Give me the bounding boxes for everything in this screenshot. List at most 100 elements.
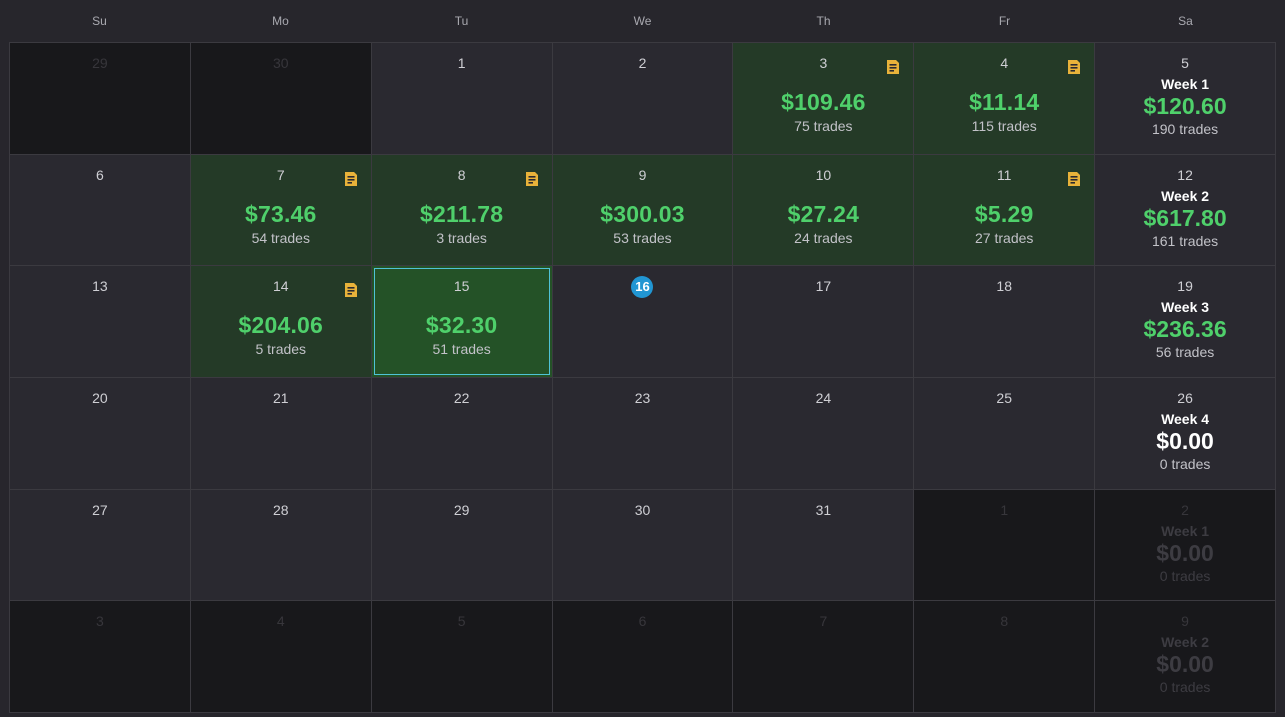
calendar-grid: 29 30 1 2 3 $109.46 75 trades 4 $11.14 115 trades…	[9, 42, 1276, 713]
day-number: 10	[815, 166, 832, 183]
day-cell[interactable]: 4	[190, 601, 371, 712]
day-number: 31	[815, 501, 832, 518]
week-summary-cell[interactable]: 2 Week 1 $0.00 0 trades	[1095, 489, 1275, 601]
day-cell[interactable]: 18	[914, 266, 1095, 377]
day-cell[interactable]: 7	[733, 601, 914, 712]
week-trade-count: 190 trades	[1151, 121, 1219, 137]
week-pnl: $0.00	[1156, 539, 1214, 566]
day-number: 8	[1000, 613, 1009, 630]
day-cell[interactable]: 10 $27.24 24 trades	[733, 154, 914, 266]
day-cell[interactable]: 1	[371, 43, 552, 154]
day-cell[interactable]: 3 $109.46 75 trades	[733, 43, 914, 154]
day-trade-count: 115 trades	[971, 118, 1037, 134]
day-cell[interactable]: 29	[10, 43, 190, 154]
week-pnl: $120.60	[1143, 93, 1227, 119]
week-label: Week 2	[1161, 187, 1210, 204]
day-cell[interactable]: 14 $204.06 5 trades	[190, 266, 371, 377]
week-pnl: $617.80	[1143, 204, 1227, 231]
note-icon[interactable]	[524, 171, 540, 187]
day-cell[interactable]: 21	[190, 377, 371, 489]
day-number: 30	[634, 501, 651, 518]
note-icon[interactable]	[1066, 59, 1082, 75]
week-label: Week 1	[1161, 76, 1210, 92]
week-trade-count: 0 trades	[1159, 455, 1211, 472]
day-cell[interactable]: 22	[371, 377, 552, 489]
day-number: 6	[638, 613, 647, 630]
day-cell[interactable]: 13	[10, 266, 190, 377]
day-number: 13	[92, 278, 108, 295]
day-pnl: $27.24	[787, 200, 860, 227]
day-number: 22	[453, 389, 470, 406]
day-cell[interactable]: 15 $32.30 51 trades	[371, 266, 552, 377]
day-number: 2	[1181, 501, 1189, 518]
week-summary-cell[interactable]: 26 Week 4 $0.00 0 trades	[1095, 377, 1275, 489]
week-summary-cell[interactable]: 19 Week 3 $236.36 56 trades	[1095, 266, 1275, 377]
day-number: 3	[96, 613, 104, 630]
day-pnl: $300.03	[600, 200, 685, 227]
day-trade-count: 54 trades	[251, 229, 310, 246]
weekday-tuesday: Tu	[454, 14, 469, 28]
week-label: Week 4	[1161, 410, 1210, 427]
weekday-sunday: Su	[92, 14, 107, 28]
day-cell[interactable]: 7 $73.46 54 trades	[190, 154, 371, 266]
day-cell[interactable]: 3	[10, 601, 190, 712]
day-cell[interactable]: 17	[733, 266, 914, 377]
week-summary-cell[interactable]: 9 Week 2 $0.00 0 trades	[1095, 601, 1275, 712]
day-number: 15	[453, 278, 470, 295]
day-number: 20	[92, 389, 108, 406]
note-icon[interactable]	[1066, 171, 1082, 187]
day-pnl: $211.78	[419, 200, 504, 227]
day-cell[interactable]: 24	[733, 377, 914, 489]
note-icon[interactable]	[343, 282, 359, 298]
day-cell[interactable]: 29	[371, 489, 552, 601]
weekday-saturday: Sa	[1178, 14, 1193, 28]
note-icon[interactable]	[885, 59, 901, 75]
day-number: 21	[272, 389, 289, 406]
week-trade-count: 0 trades	[1159, 679, 1211, 696]
day-cell[interactable]: 30	[190, 43, 371, 154]
day-number: 12	[1177, 166, 1193, 183]
day-trade-count: 27 trades	[975, 229, 1034, 246]
day-number: 4	[276, 613, 285, 630]
day-cell[interactable]: 9 $300.03 53 trades	[552, 154, 733, 266]
day-number: 18	[996, 278, 1012, 295]
week-summary-cell[interactable]: 12 Week 2 $617.80 161 trades	[1095, 154, 1275, 266]
week-summary-cell[interactable]: 5 Week 1 $120.60 190 trades	[1095, 43, 1275, 154]
day-pnl: $11.14	[969, 89, 1040, 115]
day-number: 1	[457, 55, 466, 71]
week-pnl: $236.36	[1143, 316, 1227, 343]
day-cell[interactable]: 8 $211.78 3 trades	[371, 154, 552, 266]
weekday-thursday: Th	[816, 14, 831, 28]
day-cell[interactable]: 4 $11.14 115 trades	[914, 43, 1095, 154]
day-cell[interactable]: 30	[552, 489, 733, 601]
day-cell[interactable]: 23	[552, 377, 733, 489]
day-number: 9	[1181, 613, 1189, 630]
day-trade-count: 53 trades	[613, 229, 672, 246]
day-cell[interactable]: 1	[914, 489, 1095, 601]
day-cell[interactable]: 2	[552, 43, 733, 154]
note-icon[interactable]	[343, 171, 359, 187]
day-number: 24	[815, 389, 832, 406]
day-cell[interactable]: 25	[914, 377, 1095, 489]
day-cell[interactable]: 28	[190, 489, 371, 601]
week-pnl: $0.00	[1156, 427, 1214, 454]
day-cell[interactable]: 27	[10, 489, 190, 601]
day-cell[interactable]: 5	[371, 601, 552, 712]
weekday-monday: Mo	[272, 14, 289, 28]
day-cell[interactable]: 6	[10, 154, 190, 266]
day-pnl: $32.30	[425, 312, 498, 339]
day-cell[interactable]: 16	[552, 266, 733, 377]
day-pnl: $5.29	[974, 200, 1034, 227]
day-number: 25	[996, 389, 1012, 406]
weekday-friday: Fr	[998, 14, 1011, 28]
day-number: 16	[553, 266, 733, 299]
day-trade-count: 51 trades	[432, 341, 491, 358]
day-trade-count: 24 trades	[794, 229, 853, 246]
day-cell[interactable]: 6	[552, 601, 733, 712]
day-cell[interactable]: 8	[914, 601, 1095, 712]
day-pnl: $204.06	[238, 312, 324, 339]
day-cell[interactable]: 11 $5.29 27 trades	[914, 154, 1095, 266]
day-cell[interactable]: 31	[733, 489, 914, 601]
week-pnl: $0.00	[1156, 651, 1214, 678]
day-cell[interactable]: 20	[10, 377, 190, 489]
